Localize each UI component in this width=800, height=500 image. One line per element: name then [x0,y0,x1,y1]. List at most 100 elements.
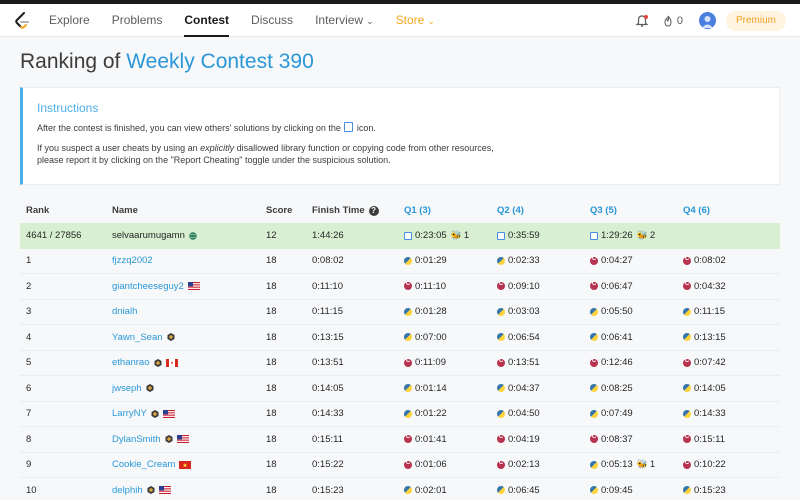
username-link[interactable]: Yawn_Sean [112,332,163,343]
q3-time: 0:06:47 [601,280,633,292]
rank-cell: 6 [26,382,32,394]
nav-store[interactable]: Store ⌄ [396,4,435,37]
premium-button[interactable]: Premium [725,10,786,31]
name-cell: delphih [112,485,266,496]
nav-discuss[interactable]: Discuss [251,4,293,37]
cpp-icon[interactable] [404,434,412,444]
q1-cell: 0:02:01 [404,485,497,496]
rank-cell: 4 [26,331,32,343]
page-title-prefix: Ranking of [20,50,127,73]
q2-time: 0:04:50 [508,408,540,420]
cpp-icon[interactable] [497,358,505,367]
python-icon[interactable] [683,409,691,418]
python-icon[interactable] [683,486,691,495]
q3-cell: 0:09:45 [590,485,683,496]
python-icon[interactable] [404,409,412,418]
name-cell: DylanSmith [112,434,266,445]
python-icon[interactable] [590,460,598,469]
header-q4[interactable]: Q4 (6) [683,205,773,216]
python-icon[interactable] [683,333,691,342]
python-icon[interactable] [590,333,598,342]
cpp-icon[interactable] [590,434,598,444]
nav-problems[interactable]: Problems [112,4,163,37]
cpp-icon[interactable] [497,460,505,469]
python-icon[interactable] [497,384,505,393]
username-link[interactable]: dnialh [112,306,137,317]
header-q3[interactable]: Q3 (5) [590,205,683,216]
username-link[interactable]: delphih [112,485,143,496]
username-link[interactable]: selvaarumugamn [112,230,185,241]
notification-bell-icon[interactable] [635,14,649,28]
python-icon[interactable] [590,307,598,316]
contest-name-link[interactable]: Weekly Contest 390 [126,50,314,73]
python-icon[interactable] [404,384,412,393]
q4-cell: 0:04:32 [683,281,773,292]
python-icon[interactable] [590,384,598,393]
score-cell: 18 [266,408,277,420]
nav-contest[interactable]: Contest [184,4,229,37]
python-icon[interactable] [404,256,412,265]
q1-cell: 0:01:41 [404,434,497,445]
help-question-icon[interactable]: ? [368,205,379,216]
avatar-person-icon [701,16,713,28]
cpp-icon[interactable] [497,434,505,444]
current-user-row: 4641 / 27856 selvaarumugamn 12 1:44:26 0:23:… [20,223,780,249]
name-cell: fjzzq2002 [112,255,266,266]
python-icon[interactable] [404,333,412,342]
cpp-icon[interactable] [683,256,691,265]
solution-document-icon[interactable] [590,231,598,240]
solution-document-icon[interactable] [497,231,505,240]
cpp-icon[interactable] [590,358,598,367]
python-icon[interactable] [683,307,691,316]
us-flag-icon [158,486,171,495]
streak-counter[interactable]: 0 [663,15,683,27]
q3-time: 0:08:37 [601,433,633,445]
cpp-icon[interactable] [683,358,691,367]
q4-cell: 0:14:05 [683,383,773,394]
instructions-line-1: After the contest is finished, you can v… [37,122,765,134]
python-icon[interactable] [590,409,598,418]
python-icon[interactable] [590,486,598,495]
user-avatar[interactable] [698,12,716,29]
finish-time-cell: 0:15:23 [312,484,344,496]
python-icon[interactable] [404,486,412,495]
cpp-icon[interactable] [683,434,691,444]
username-link[interactable]: Cookie_Cream [112,459,175,470]
cpp-icon[interactable] [683,281,691,291]
cpp-icon[interactable] [590,281,598,291]
username-link[interactable]: LarryNY [112,408,147,419]
q1-time: 0:01:22 [415,408,447,420]
username-link[interactable]: jwseph [112,383,142,394]
header-q2[interactable]: Q2 (4) [497,205,590,216]
username-link[interactable]: giantcheeseguy2 [112,281,184,292]
nav-interview[interactable]: Interview ⌄ [315,4,374,37]
q1-cell: 0:11:10 [404,281,497,292]
cpp-icon[interactable] [404,358,412,367]
cpp-icon[interactable] [404,281,412,291]
cpp-icon[interactable] [404,460,412,469]
python-icon[interactable] [497,256,505,265]
q4-cell: 0:07:42 [683,357,773,368]
table-row: 7 LarryNY 18 0:14:33 0:01:22 0:04:50 0:07:49 0:… [20,402,780,427]
q2-cell: 0:13:51 [497,357,590,368]
header-q1[interactable]: Q1 (3) [404,205,497,216]
nav-explore[interactable]: Explore [49,4,90,37]
solution-document-icon[interactable] [404,231,412,240]
vietnam-flag-icon [179,460,192,469]
username-link[interactable]: ethanrao [112,357,150,368]
cpp-icon[interactable] [497,281,505,291]
score-cell: 12 [266,230,277,242]
python-icon[interactable] [497,307,505,316]
username-link[interactable]: DylanSmith [112,434,161,445]
username-link[interactable]: fjzzq2002 [112,255,153,266]
python-icon[interactable] [497,486,505,495]
python-icon[interactable] [497,333,505,342]
python-icon[interactable] [404,307,412,316]
cpp-icon[interactable] [590,256,598,265]
q2-time: 0:06:54 [508,331,540,343]
python-icon[interactable] [497,409,505,418]
python-icon[interactable] [683,384,691,393]
leetcode-logo-icon[interactable] [14,12,30,30]
wrong-submission-bug-icon: 🐝 [636,230,648,241]
cpp-icon[interactable] [683,460,691,469]
